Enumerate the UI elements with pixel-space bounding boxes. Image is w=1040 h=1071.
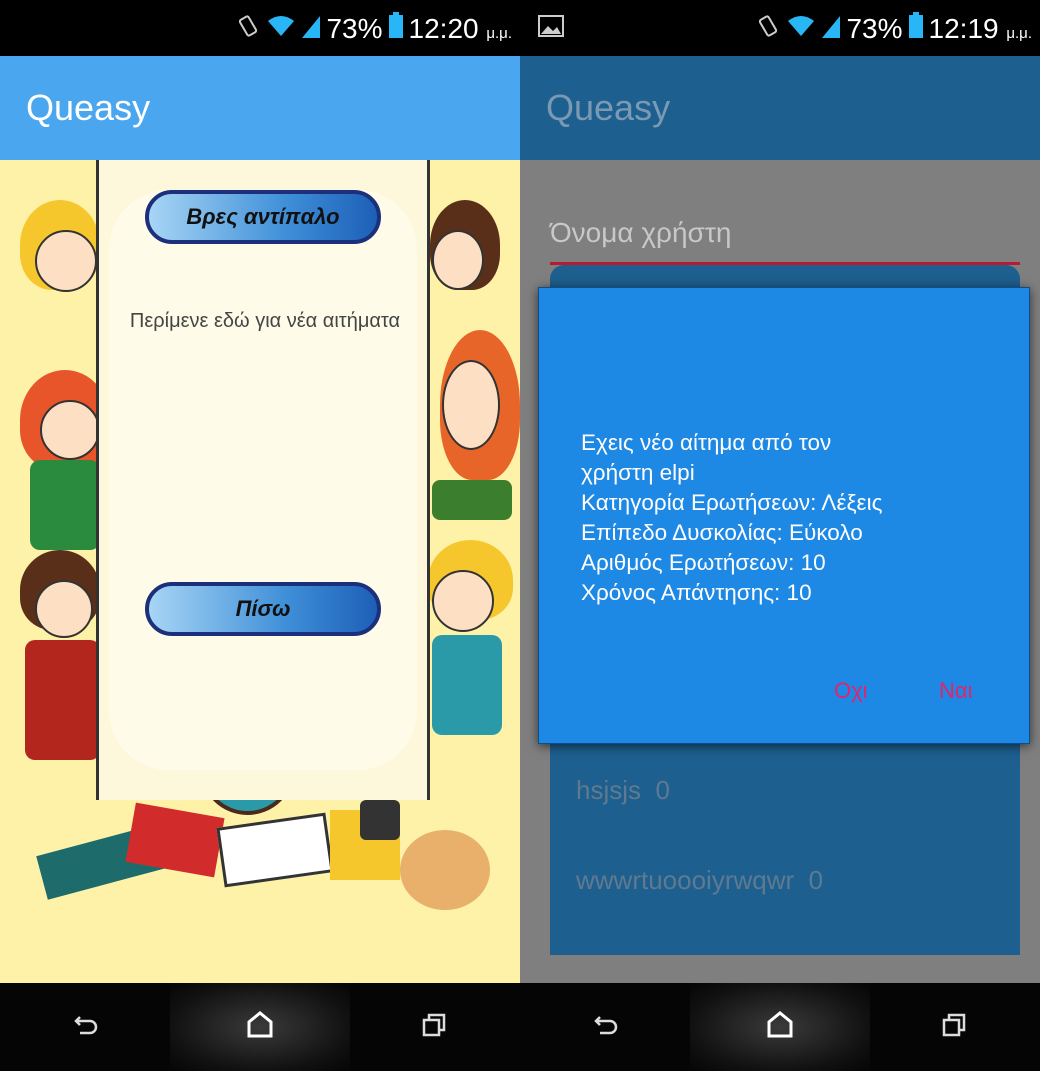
clock: 12:19 μ.μ. [928, 12, 1032, 44]
home-icon[interactable] [765, 1010, 795, 1045]
paper-scroll [96, 160, 430, 800]
vibrate-icon [756, 13, 780, 45]
back-label: Πίσω [235, 596, 291, 621]
list-item[interactable]: wwwrtuoooiyrwqwr 0 [576, 865, 823, 896]
user-score: 0 [655, 775, 670, 805]
signal-icon [302, 13, 321, 45]
status-bar: 73% 12:19 μ.μ. [520, 0, 1040, 56]
back-icon[interactable] [72, 1011, 100, 1044]
battery-percent: 73% [326, 12, 383, 44]
battery-icon [388, 12, 403, 45]
find-opponent-button[interactable]: Βρες αντίπαλο [145, 190, 381, 244]
image-notification-icon [538, 14, 564, 43]
dialog-message: Εχεις νέο αίτημα από τον χρήστη elpi Κατ… [581, 430, 883, 605]
status-bar: 73% 12:20 μ.μ. [0, 0, 520, 56]
home-icon[interactable] [245, 1010, 275, 1045]
reject-button[interactable]: Οχι [834, 678, 868, 704]
app-title: Queasy [546, 87, 671, 128]
recents-icon[interactable] [940, 1011, 968, 1044]
requests-panel: Βρες αντίπαλο Περίμενε εδώ για νέα αιτήμ… [0, 160, 520, 983]
users-panel: Όνομα χρήστη hsjsjs 0 wwwrtuoooiyrwqwr 0… [520, 160, 1040, 983]
wifi-icon [266, 13, 296, 45]
list-item[interactable]: hsjsjs 0 [576, 775, 670, 806]
signal-icon [822, 13, 841, 45]
user-name: wwwrtuoooiyrwqwr [576, 865, 795, 895]
find-opponent-label: Βρες αντίπαλο [186, 204, 340, 229]
navigation-bar [0, 983, 520, 1071]
battery-icon [908, 12, 923, 45]
app-bar: Queasy [520, 56, 1040, 160]
app-title: Queasy [26, 87, 151, 128]
request-dialog: Εχεις νέο αίτημα από τον χρήστη elpi Κατ… [538, 287, 1030, 744]
user-score: 0 [808, 865, 824, 895]
user-name: hsjsjs [576, 775, 642, 805]
navigation-bar [520, 983, 1040, 1071]
back-icon[interactable] [592, 1011, 620, 1044]
clock: 12:20 μ.μ. [408, 12, 512, 44]
back-button[interactable]: Πίσω [145, 582, 381, 636]
right-screen: 73% 12:19 μ.μ. Queasy Όνομα χρήστη hsjsj… [520, 0, 1040, 1071]
left-screen: 73% 12:20 μ.μ. Queasy Βρες αντίπαλο Περί… [0, 0, 520, 1071]
wifi-icon [786, 13, 816, 45]
vibrate-icon [236, 13, 260, 45]
recents-icon[interactable] [420, 1011, 448, 1044]
app-bar: Queasy [0, 56, 520, 160]
accept-button[interactable]: Ναι [939, 678, 973, 704]
battery-percent: 73% [846, 12, 903, 44]
username-field[interactable]: Όνομα χρήστη [550, 205, 1020, 265]
waiting-message: Περίμενε εδώ για νέα αιτήματα [129, 310, 401, 332]
